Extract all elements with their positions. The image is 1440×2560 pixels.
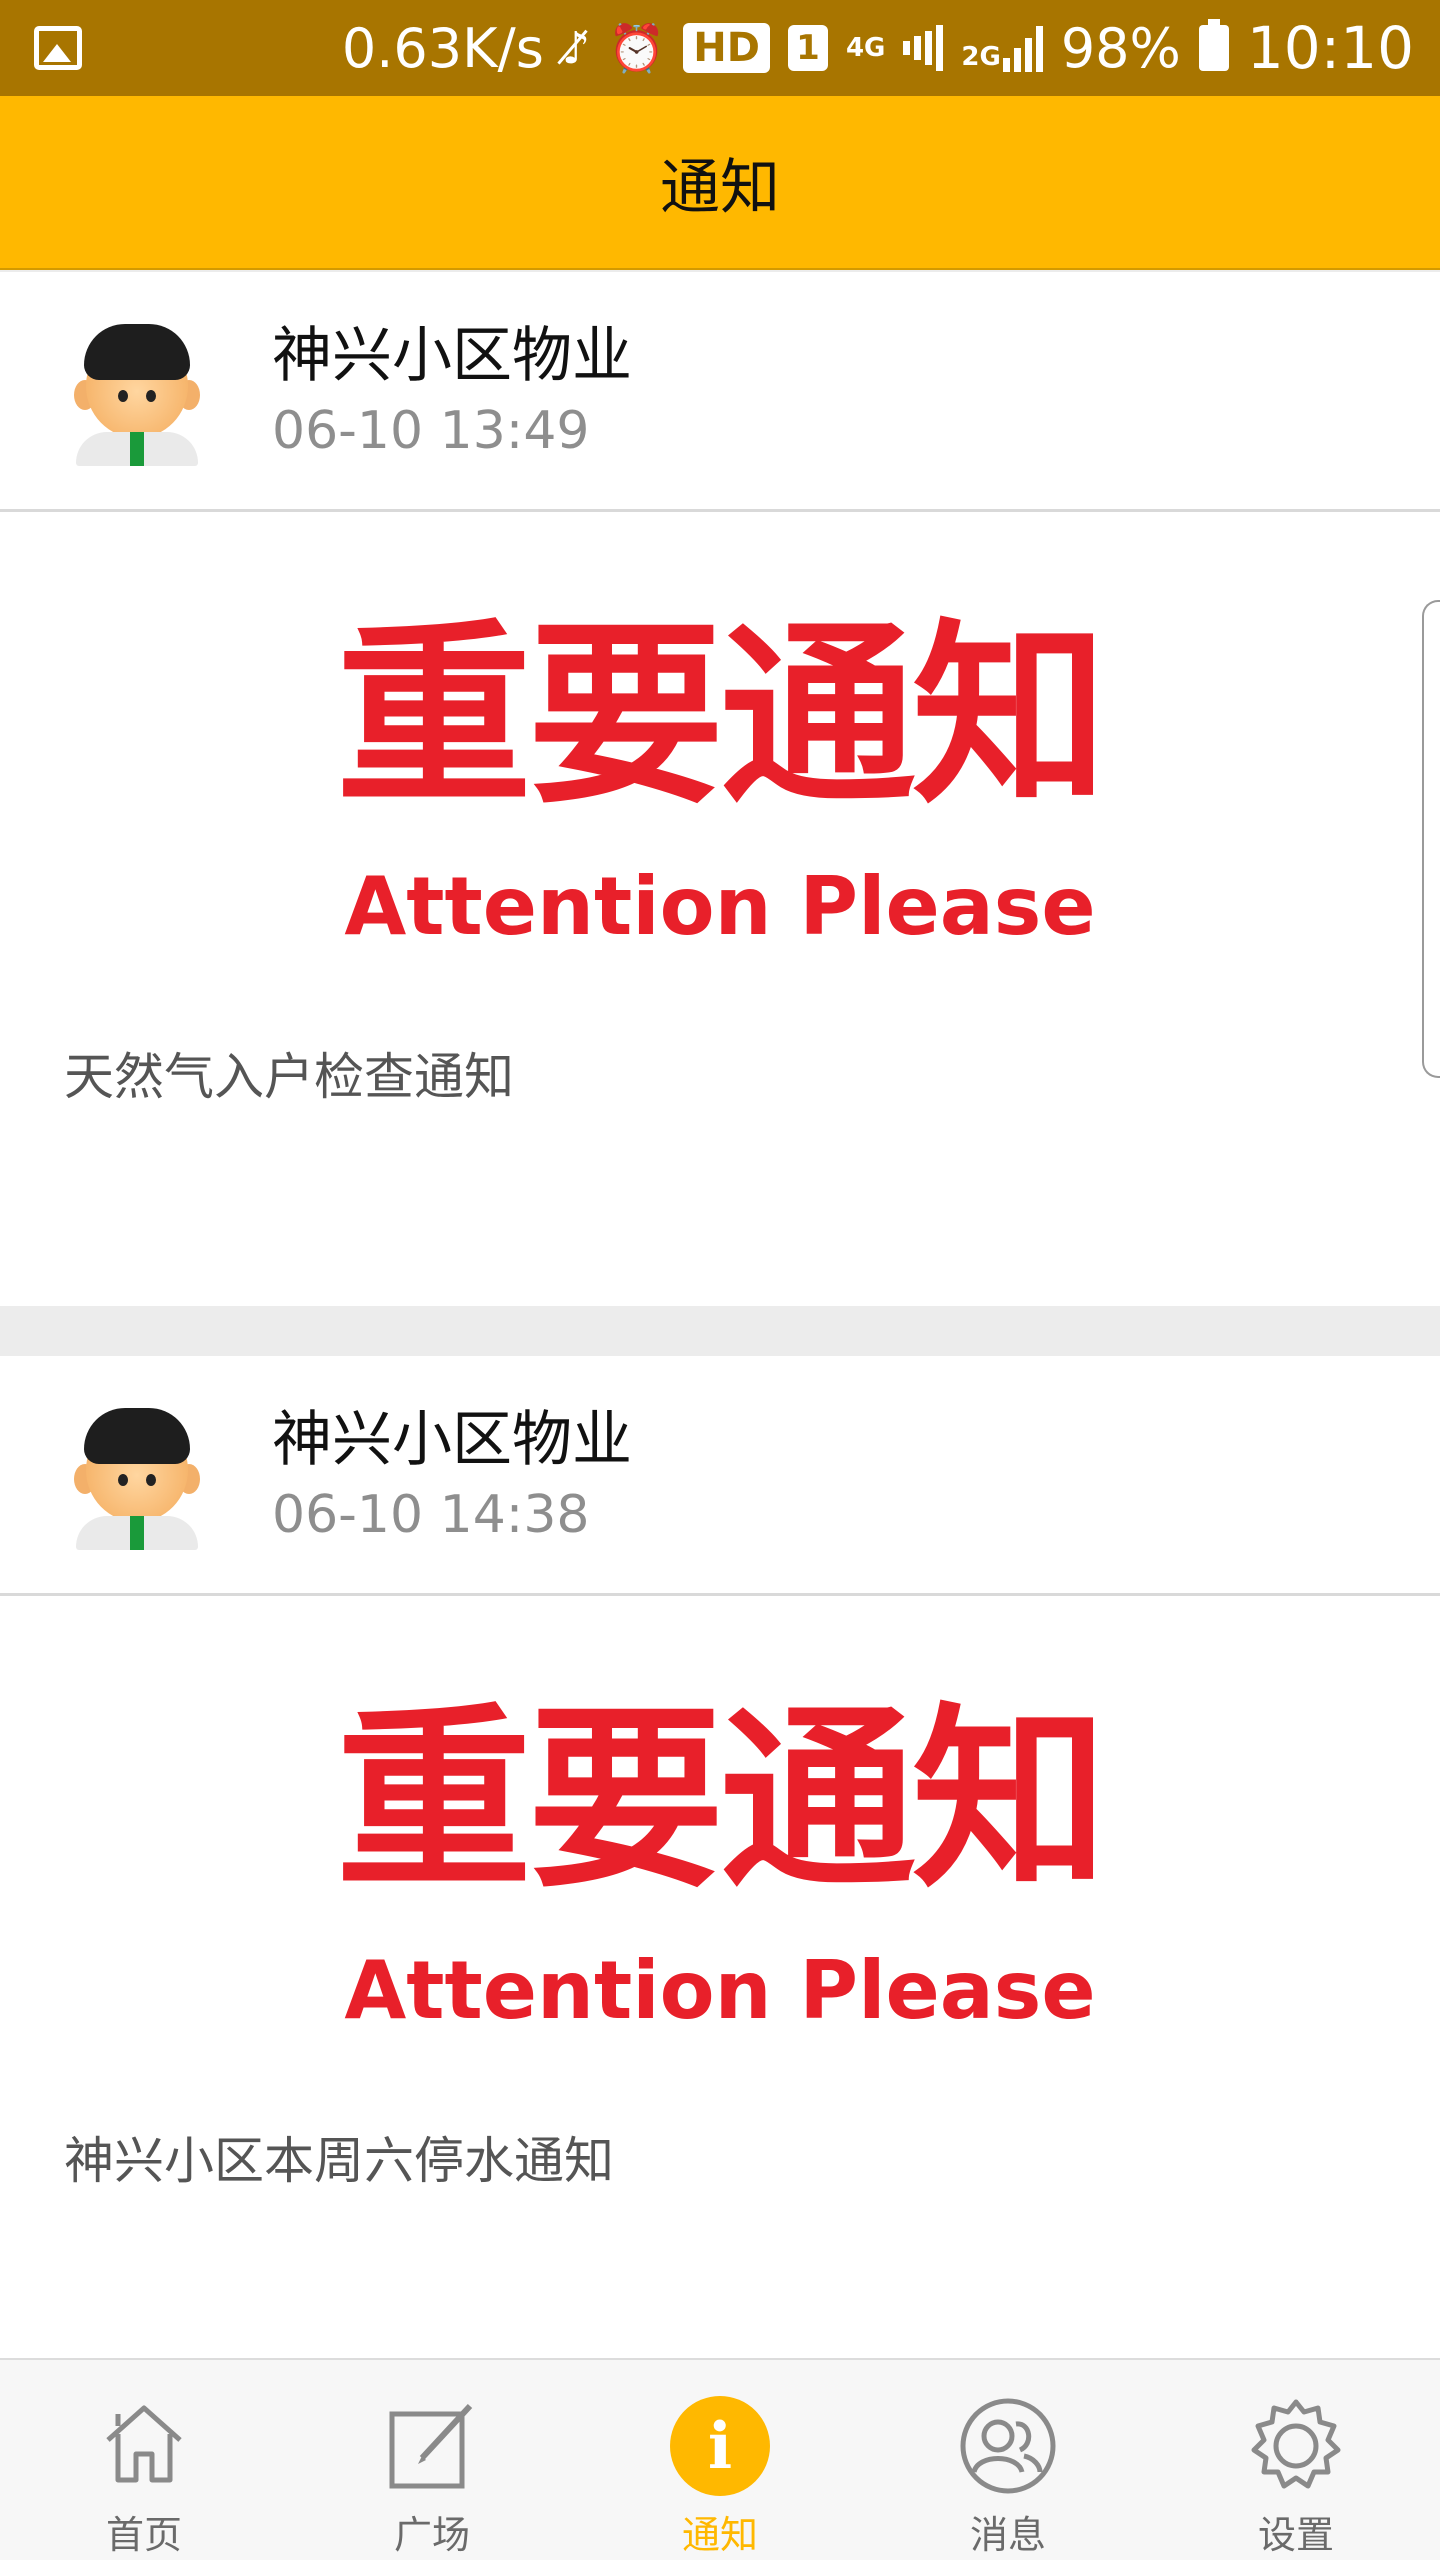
status-bar: 0.63K/s ♪̸ ⏰ HD 1 4G 2G 98% 10:10 <box>0 0 1440 96</box>
nav-item-home[interactable]: 首页 <box>0 2360 288 2560</box>
notification-description: 神兴小区本周六停水通知 <box>64 2132 614 2190</box>
nav-item-notice[interactable]: i 通知 <box>576 2360 864 2560</box>
notification-description: 天然气入户检查通知 <box>64 1048 514 1106</box>
clock: 10:10 <box>1246 14 1414 82</box>
gallery-notification-icon <box>34 26 82 70</box>
battery-percent: 98% <box>1060 16 1181 80</box>
avatar <box>62 1400 212 1550</box>
nav-label-home: 首页 <box>105 2513 182 2557</box>
hd-badge: HD <box>683 23 770 73</box>
banner-title-cn: 重要通知 <box>335 603 1108 831</box>
edit-icon <box>382 2396 482 2496</box>
battery-icon <box>1198 19 1229 71</box>
sim-badge: 1 <box>787 25 828 71</box>
info-icon: i <box>670 2396 770 2496</box>
card-header: 神兴小区物业 06-10 13:49 <box>0 272 1440 512</box>
bottom-nav: 首页 广场 i 通知 消息 设置 <box>0 2358 1440 2560</box>
network-2g-label: 2G <box>961 42 1001 72</box>
nav-item-settings[interactable]: 设置 <box>1152 2360 1440 2560</box>
notification-card[interactable]: 神兴小区物业 06-10 13:49 重要通知 Attention Please… <box>0 272 1440 1306</box>
card-header: 神兴小区物业 06-10 14:38 <box>0 1356 1440 1596</box>
nav-item-messages[interactable]: 消息 <box>864 2360 1152 2560</box>
app-header: 通知 <box>0 96 1440 270</box>
edge-panel-handle[interactable] <box>1422 600 1440 1078</box>
network-speed: 0.63K/s <box>341 16 544 80</box>
timestamp: 06-10 14:38 <box>272 1484 590 1545</box>
notice-banner-image[interactable]: 重要通知 Attention Please <box>0 512 1440 1042</box>
banner-title-cn: 重要通知 <box>335 1687 1108 1915</box>
sender-name: 神兴小区物业 <box>272 1404 632 1475</box>
nav-label-settings: 设置 <box>1257 2513 1334 2557</box>
alarm-icon: ⏰ <box>607 20 666 75</box>
nav-label-notice: 通知 <box>681 2513 758 2557</box>
sender-name: 神兴小区物业 <box>272 320 632 391</box>
signal-icon <box>903 24 944 72</box>
signal-2-icon <box>1002 24 1043 72</box>
nav-label-plaza: 广场 <box>393 2513 470 2557</box>
page-title: 通知 <box>660 152 780 223</box>
home-icon <box>94 2396 194 2496</box>
vibrate-muted-icon: ♪̸ <box>561 22 590 74</box>
notification-card[interactable]: 神兴小区物业 06-10 14:38 重要通知 Attention Please… <box>0 1356 1440 2360</box>
timestamp: 06-10 13:49 <box>272 400 590 461</box>
notice-banner-image[interactable]: 重要通知 Attention Please <box>0 1596 1440 2126</box>
avatar <box>62 316 212 466</box>
nav-item-plaza[interactable]: 广场 <box>288 2360 576 2560</box>
banner-title-en: Attention Please <box>344 860 1096 953</box>
gear-icon <box>1246 2396 1346 2496</box>
banner-title-en: Attention Please <box>344 1944 1096 2037</box>
network-4g-label: 4G <box>845 33 886 63</box>
nav-label-messages: 消息 <box>969 2513 1046 2557</box>
users-icon <box>958 2396 1058 2496</box>
